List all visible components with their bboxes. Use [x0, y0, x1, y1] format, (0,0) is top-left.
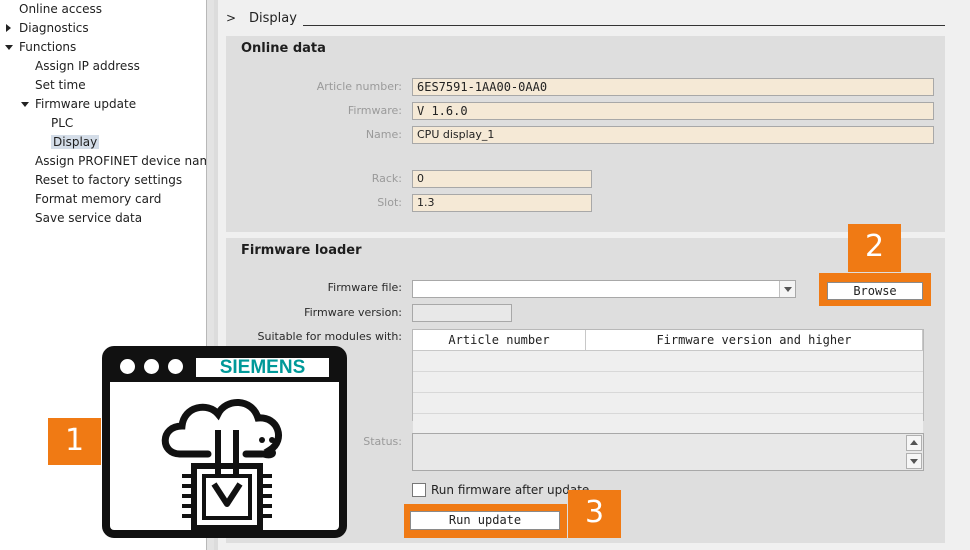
tree-item-functions[interactable]: Functions — [4, 38, 76, 56]
tree-item-online-access[interactable]: Online access — [4, 0, 102, 18]
name-field: CPU display_1 — [412, 126, 934, 144]
tree-item-label: Assign IP address — [35, 59, 140, 73]
browse-button[interactable]: Browse — [827, 282, 923, 300]
scroll-up-icon[interactable] — [906, 435, 922, 451]
online-data-title: Online data — [241, 41, 326, 56]
tree-item-label: Set time — [35, 78, 86, 92]
tree-item-display[interactable]: Display — [36, 133, 100, 151]
table-row — [413, 350, 923, 372]
table-row — [413, 371, 923, 393]
step-badge-2: 2 — [848, 224, 901, 272]
column-firmware-version[interactable]: Firmware version and higher — [585, 330, 923, 351]
slot-field: 1.3 — [412, 194, 592, 212]
run-update-button[interactable]: Run update — [410, 511, 560, 530]
tree-item-plc[interactable]: PLC — [36, 114, 73, 132]
tree-item-label: Save service data — [35, 211, 143, 225]
firmware-label: Firmware: — [347, 104, 402, 117]
firmware-file-label: Firmware file: — [327, 281, 402, 294]
firmware-update-logo: SIEMENS — [102, 346, 347, 538]
tree-item-save-service-data[interactable]: Save service data — [20, 209, 142, 227]
status-area — [412, 433, 924, 471]
run-after-update-checkbox[interactable] — [412, 483, 426, 497]
table-row — [413, 413, 923, 435]
step-badge-1: 1 — [48, 418, 101, 465]
tree-item-label: Online access — [19, 2, 102, 16]
firmware-loader-title: Firmware loader — [241, 243, 362, 258]
tree-item-assign-ip-address[interactable]: Assign IP address — [20, 57, 140, 75]
cloud-download-chip-icon — [161, 399, 282, 531]
collapse-caret-icon[interactable] — [6, 24, 11, 32]
expand-caret-icon[interactable] — [21, 102, 29, 107]
article-number-label: Article number: — [316, 80, 402, 93]
tree-item-label: Format memory card — [35, 192, 162, 206]
firmware-version-field — [412, 304, 512, 322]
firmware-version-label: Firmware version: — [304, 306, 402, 319]
firmware-field: V 1.6.0 — [412, 102, 934, 120]
window-dot-icon — [120, 359, 135, 374]
name-label: Name: — [365, 128, 402, 141]
expand-caret-icon[interactable] — [5, 45, 13, 50]
section-title: Display — [249, 11, 297, 26]
firmware-file-value — [413, 282, 417, 295]
chevron-down-icon[interactable] — [779, 281, 795, 297]
window-dot-icon — [168, 359, 183, 374]
section-divider — [303, 25, 945, 26]
tree-item-label: Diagnostics — [19, 21, 89, 35]
rack-field: 0 — [412, 170, 592, 188]
run-after-update-label: Run firmware after update — [431, 483, 590, 497]
tree-item-label: Display — [51, 135, 100, 149]
tree-item-assign-profinet-device-name[interactable]: Assign PROFINET device name — [20, 152, 219, 170]
section-chevron-icon[interactable]: > — [226, 11, 236, 25]
window-dot-icon — [144, 359, 159, 374]
tree-item-label: Firmware update — [35, 97, 137, 111]
slot-label: Slot: — [377, 196, 402, 209]
article-number-field: 6ES7591-1AA00-0AA0 — [412, 78, 934, 96]
tree-item-reset-to-factory-settings[interactable]: Reset to factory settings — [20, 171, 182, 189]
table-row — [413, 392, 923, 414]
suitable-modules-label: Suitable for modules with: — [257, 330, 402, 343]
tree-item-label: Assign PROFINET device name — [35, 154, 219, 168]
tree-item-set-time[interactable]: Set time — [20, 76, 86, 94]
tree-item-diagnostics[interactable]: Diagnostics — [4, 19, 89, 37]
step-badge-3: 3 — [568, 490, 621, 538]
modules-table: Article number Firmware version and high… — [412, 329, 924, 435]
tree-item-firmware-update[interactable]: Firmware update — [20, 95, 136, 113]
scroll-down-icon[interactable] — [906, 453, 922, 469]
tree-item-label: PLC — [51, 116, 74, 130]
rack-label: Rack: — [371, 172, 402, 185]
tree-item-format-memory-card[interactable]: Format memory card — [20, 190, 161, 208]
tree-item-label: Functions — [19, 40, 77, 54]
siemens-logo: SIEMENS — [196, 358, 329, 377]
column-article-number[interactable]: Article number — [413, 330, 586, 351]
firmware-file-dropdown[interactable] — [412, 280, 796, 298]
tree-item-label: Reset to factory settings — [35, 173, 183, 187]
